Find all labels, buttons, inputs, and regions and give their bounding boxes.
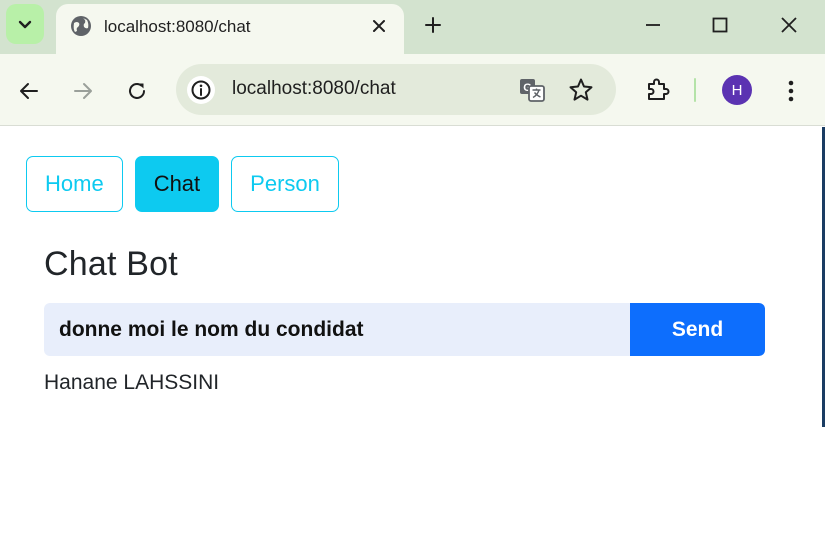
- url-text[interactable]: localhost:8080/chat: [232, 78, 396, 100]
- forward-button[interactable]: [68, 76, 98, 106]
- nav-home-button[interactable]: Home: [26, 156, 123, 212]
- tab-search-button[interactable]: [6, 4, 44, 44]
- browser-tab[interactable]: localhost:8080/chat: [56, 4, 404, 54]
- browser-menu-button[interactable]: [778, 76, 804, 106]
- reload-icon: [129, 82, 145, 99]
- extensions-icon[interactable]: [644, 76, 672, 104]
- maximize-icon: [712, 17, 728, 33]
- site-info-icon: [191, 80, 211, 100]
- nav-person-button[interactable]: Person: [231, 156, 339, 212]
- back-button[interactable]: [14, 76, 44, 106]
- globe-icon: [71, 16, 91, 36]
- star-icon[interactable]: [567, 76, 595, 104]
- translate-icon[interactable]: G: [518, 76, 546, 104]
- page-title: Chat Bot: [44, 245, 178, 283]
- chat-answer: Hanane LAHSSINI: [44, 371, 220, 394]
- reload-button[interactable]: [122, 76, 152, 106]
- maximize-button[interactable]: [705, 10, 735, 40]
- close-window-icon: [781, 17, 797, 33]
- minimize-icon: [646, 24, 660, 26]
- close-icon: [373, 20, 385, 32]
- chat-question-input[interactable]: [44, 303, 630, 356]
- address-bar[interactable]: localhost:8080/chat G: [176, 64, 616, 115]
- close-window-button[interactable]: [774, 10, 804, 40]
- forward-icon: [74, 83, 92, 99]
- tab-strip: localhost:8080/chat: [0, 0, 825, 54]
- minimize-button[interactable]: [638, 10, 668, 40]
- menu-icon: [788, 80, 794, 102]
- send-button[interactable]: Send: [630, 303, 765, 356]
- tab-title: localhost:8080/chat: [104, 17, 251, 36]
- toolbar-divider: [694, 78, 696, 102]
- page-viewport: Home Chat Person Chat Bot Send Hanane LA…: [0, 127, 825, 547]
- nav-chat-button[interactable]: Chat: [134, 156, 220, 212]
- site-info-button[interactable]: [187, 76, 215, 104]
- chevron-down-icon: [18, 20, 32, 29]
- browser-toolbar: localhost:8080/chat G H: [0, 54, 825, 126]
- profile-avatar[interactable]: H: [722, 75, 752, 105]
- tab-close-button[interactable]: [368, 15, 390, 37]
- new-tab-button[interactable]: [420, 12, 446, 38]
- back-icon: [20, 83, 38, 99]
- app-nav: Home Chat Person: [26, 156, 339, 212]
- plus-icon: [425, 17, 441, 33]
